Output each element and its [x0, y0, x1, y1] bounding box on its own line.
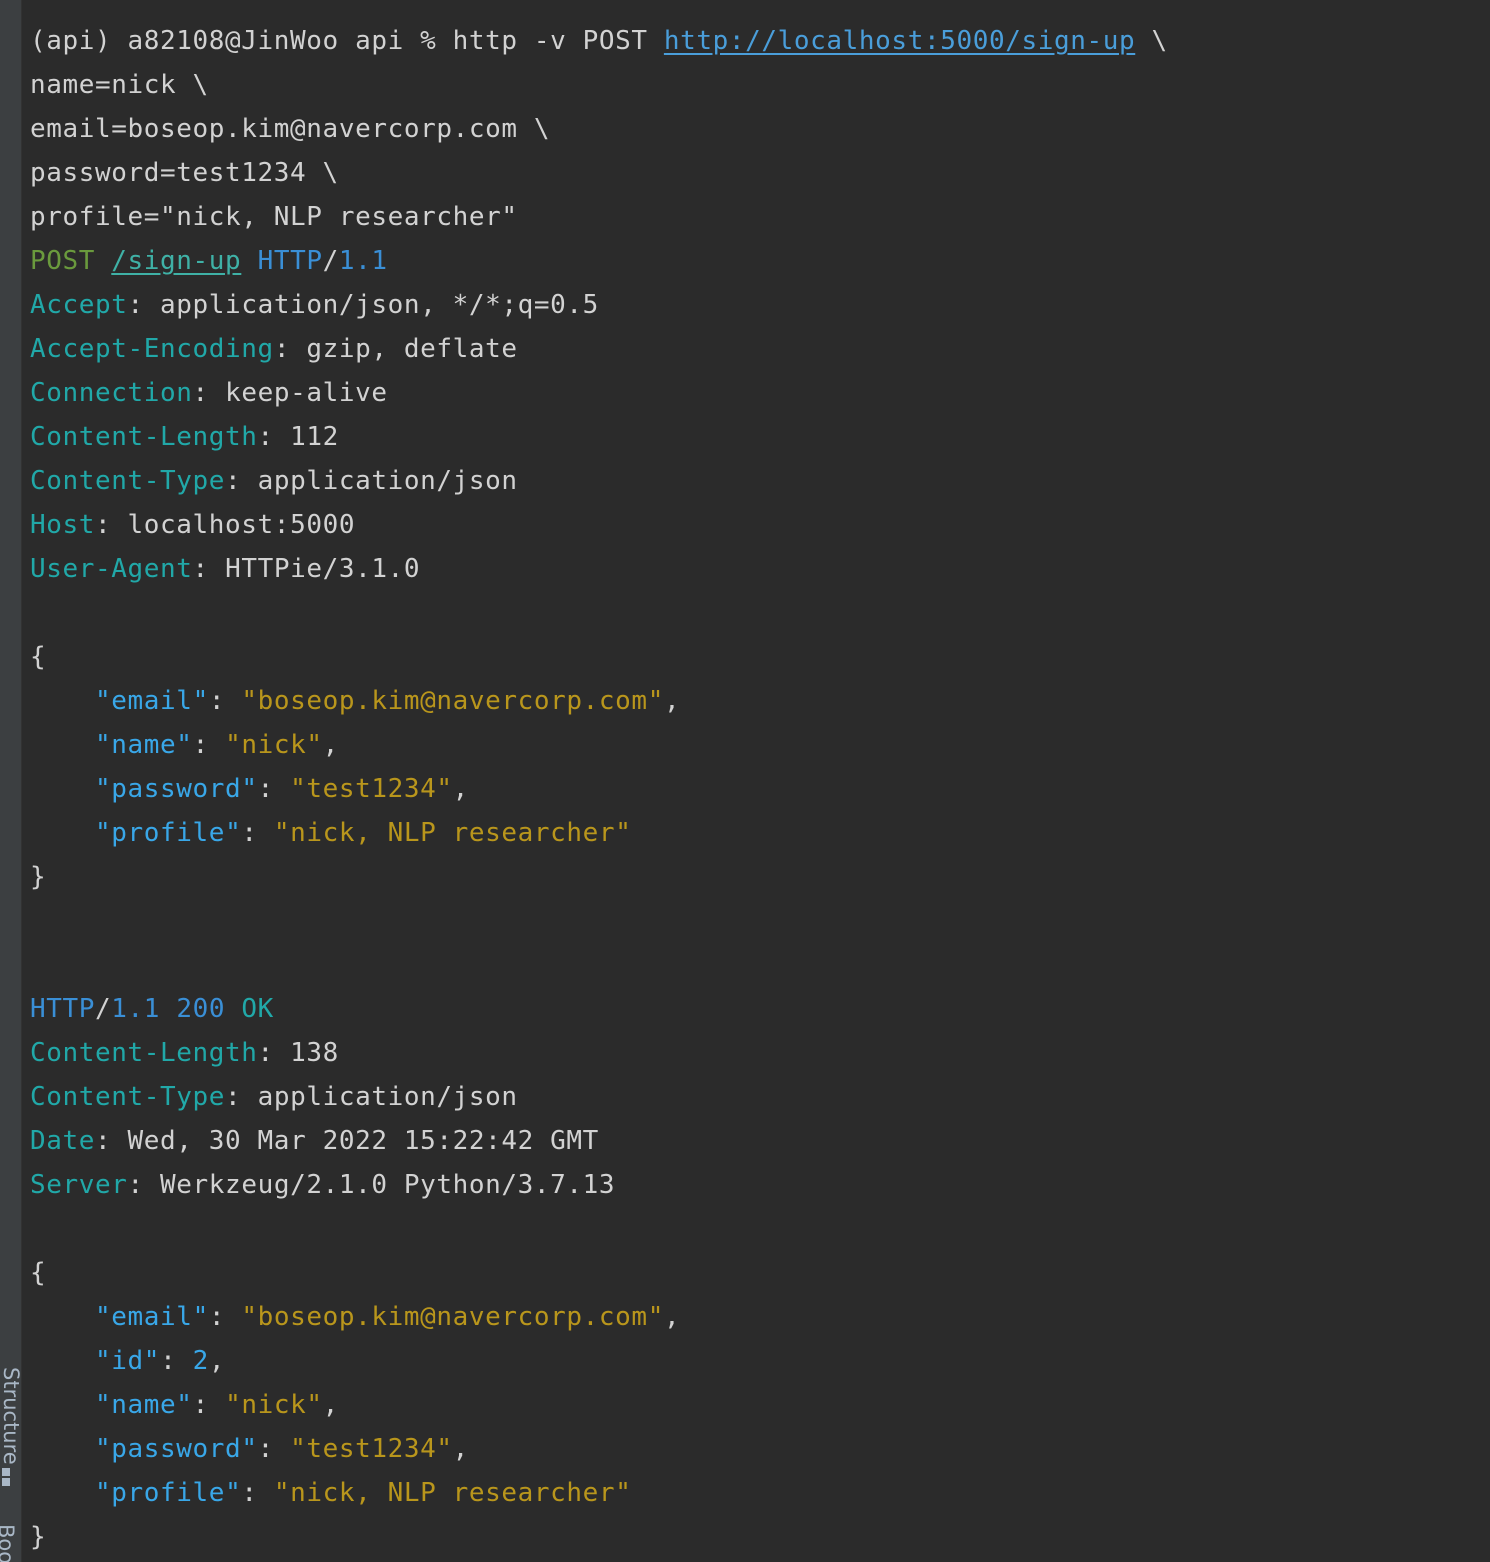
command-line: (api) a82108@JinWoo api % http -v POST h…	[30, 19, 1480, 63]
header-value: Wed, 30 Mar 2022 15:22:42 GMT	[127, 1126, 599, 1156]
request-version: 1.1	[338, 246, 388, 276]
json-value: nick	[241, 730, 307, 760]
shell-prompt: (api) a82108@JinWoo api %	[30, 26, 453, 56]
response-status-code: 200	[176, 994, 226, 1024]
request-line: POST /sign-up HTTP/1.1	[30, 246, 388, 276]
header-name: Accept	[30, 290, 128, 320]
json-value: 2	[192, 1346, 209, 1376]
response-body-field: "id": 2,	[95, 1346, 226, 1376]
request-protocol: HTTP	[257, 246, 323, 276]
header-name: Content-Type	[30, 1082, 226, 1112]
structure-tab-label: Structure	[0, 1367, 23, 1465]
response-protocol: HTTP	[30, 994, 96, 1024]
json-open-brace: {	[30, 642, 47, 672]
json-value: boseop.kim@navercorp.com	[257, 686, 648, 716]
command-arg: email=boseop.kim@navercorp.com \	[30, 114, 551, 144]
header-name: Connection	[30, 378, 193, 408]
json-close-brace: }	[30, 862, 47, 892]
request-body-field: "password": "test1234",	[95, 774, 469, 804]
request-header: Accept: application/json, */*;q=0.5	[30, 290, 599, 320]
header-value: gzip, deflate	[306, 334, 518, 364]
response-body-field: "password": "test1234",	[95, 1434, 469, 1464]
json-close-brace: }	[30, 1522, 47, 1552]
header-value: Werkzeug/2.1.0 Python/3.7.13	[160, 1170, 616, 1200]
bookmarks-tool-tab[interactable]: Bookmarks	[0, 1524, 21, 1562]
command-arg: profile="nick, NLP researcher"	[30, 202, 518, 232]
json-key: email	[111, 1302, 193, 1332]
request-header: Host: localhost:5000	[30, 510, 356, 540]
json-key: profile	[111, 1478, 226, 1508]
header-name: Content-Length	[30, 1038, 258, 1068]
command-arg: password=test1234 \	[30, 158, 339, 188]
bookmarks-tab-label: Bookmarks	[0, 1524, 18, 1562]
structure-icon	[2, 1468, 10, 1476]
response-header: Content-Type: application/json	[30, 1082, 518, 1112]
response-version: 1.1	[111, 994, 161, 1024]
json-value: nick	[241, 1390, 307, 1420]
json-value: test1234	[306, 1434, 437, 1464]
terminal-window: Structure Bookmarks (api) a82108@JinWoo …	[0, 0, 1490, 1562]
response-header: Content-Length: 138	[30, 1038, 339, 1068]
header-value: HTTPie/3.1.0	[225, 554, 421, 584]
json-value: boseop.kim@navercorp.com	[257, 1302, 648, 1332]
json-key: name	[111, 730, 177, 760]
header-value: keep-alive	[225, 378, 388, 408]
header-value: 112	[290, 422, 339, 452]
response-status-text: OK	[241, 994, 274, 1024]
tool-window-strip: Structure Bookmarks	[0, 0, 23, 1562]
response-body-field: "profile": "nick, NLP researcher"	[95, 1478, 632, 1508]
request-url-link[interactable]: http://localhost:5000/sign-up	[664, 26, 1135, 56]
header-name: Content-Length	[30, 422, 258, 452]
json-key: password	[111, 774, 242, 804]
request-method: POST	[30, 246, 96, 276]
command-arg: name=nick \	[30, 70, 209, 100]
header-value: application/json	[257, 1082, 518, 1112]
request-body-field: "name": "nick",	[95, 730, 339, 760]
response-body-field: "email": "boseop.kim@navercorp.com",	[95, 1302, 681, 1332]
header-value: localhost:5000	[127, 510, 356, 540]
header-name: Server	[30, 1170, 128, 1200]
request-path-link[interactable]: /sign-up	[111, 246, 241, 276]
header-name: Content-Type	[30, 466, 226, 496]
header-name: Date	[30, 1126, 96, 1156]
json-key: name	[111, 1390, 177, 1420]
json-key: id	[111, 1346, 144, 1376]
request-header: Accept-Encoding: gzip, deflate	[30, 334, 518, 364]
response-header: Server: Werkzeug/2.1.0 Python/3.7.13	[30, 1170, 616, 1200]
header-name: Host	[30, 510, 96, 540]
response-status-line: HTTP/1.1 200 OK	[30, 994, 274, 1024]
structure-tool-tab[interactable]: Structure	[0, 1360, 23, 1486]
terminal-output[interactable]: (api) a82108@JinWoo api % http -v POST h…	[30, 19, 1480, 1559]
response-body-field: "name": "nick",	[95, 1390, 339, 1420]
header-name: User-Agent	[30, 554, 193, 584]
command-text: http -v POST	[452, 26, 664, 56]
line-continuation: \	[1135, 26, 1168, 56]
json-value: test1234	[306, 774, 437, 804]
request-header: User-Agent: HTTPie/3.1.0	[30, 554, 421, 584]
request-body-field: "email": "boseop.kim@navercorp.com",	[95, 686, 681, 716]
request-body-field: "profile": "nick, NLP researcher"	[95, 818, 632, 848]
structure-icon-lower	[2, 1478, 10, 1486]
header-value: application/json	[257, 466, 518, 496]
json-key: email	[111, 686, 193, 716]
json-value: nick, NLP researcher	[290, 1478, 616, 1508]
header-value: 138	[290, 1038, 339, 1068]
request-header: Content-Type: application/json	[30, 466, 518, 496]
response-header: Date: Wed, 30 Mar 2022 15:22:42 GMT	[30, 1126, 599, 1156]
json-key: password	[111, 1434, 242, 1464]
request-header: Content-Length: 112	[30, 422, 339, 452]
json-value: nick, NLP researcher	[290, 818, 616, 848]
request-header: Connection: keep-alive	[30, 378, 388, 408]
json-open-brace: {	[30, 1258, 47, 1288]
header-value: application/json, */*;q=0.5	[160, 290, 599, 320]
header-name: Accept-Encoding	[30, 334, 274, 364]
json-key: profile	[111, 818, 226, 848]
